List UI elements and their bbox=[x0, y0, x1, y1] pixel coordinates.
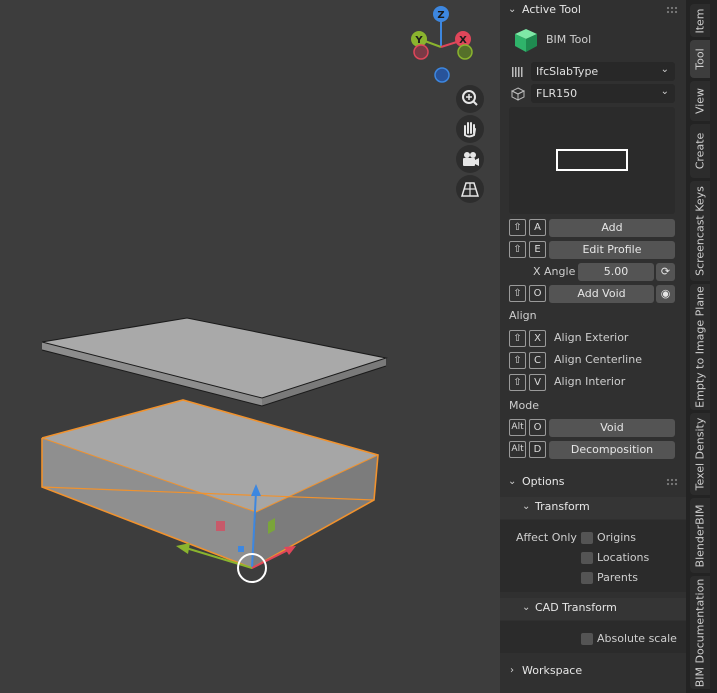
absolute-scale-label: Absolute scale bbox=[597, 632, 677, 645]
shift-key-icon: ⇧ bbox=[509, 241, 526, 258]
chevron-down-icon: ⌄ bbox=[522, 501, 531, 512]
tab-item[interactable]: Item bbox=[690, 4, 710, 37]
key-a: A bbox=[529, 219, 546, 236]
tab-screencast-keys[interactable]: Screencast Keys bbox=[690, 181, 710, 281]
affect-only-label: Affect Only bbox=[516, 531, 577, 544]
parents-label: Parents bbox=[597, 571, 638, 584]
add-void-button[interactable]: Add Void bbox=[549, 285, 654, 303]
bim-tool-icon bbox=[515, 29, 537, 52]
cube-icon bbox=[511, 87, 525, 101]
workspace-header[interactable]: › Workspace bbox=[500, 661, 686, 683]
drag-grip-icon[interactable] bbox=[666, 6, 678, 14]
grid-perspective-icon[interactable] bbox=[456, 175, 484, 203]
key-o: O bbox=[529, 285, 546, 302]
locations-checkbox[interactable] bbox=[581, 552, 593, 564]
align-interior-button[interactable]: Align Interior bbox=[554, 375, 625, 388]
key-x: X bbox=[529, 330, 546, 347]
origins-label: Origins bbox=[597, 531, 636, 544]
void-mode-button[interactable]: Void bbox=[549, 419, 675, 437]
key-e: E bbox=[529, 241, 546, 258]
options-header[interactable]: ⌄ Options bbox=[500, 472, 686, 494]
shift-key-icon: ⇧ bbox=[509, 219, 526, 236]
chevron-down-icon: ⌄ bbox=[660, 64, 669, 75]
decomposition-mode-button[interactable]: Decomposition bbox=[549, 441, 675, 459]
mode-title: Mode bbox=[509, 399, 539, 412]
profile-shape bbox=[556, 149, 628, 171]
upper-slab[interactable] bbox=[41, 317, 388, 407]
x-angle-field[interactable]: 5.00 bbox=[578, 263, 654, 281]
svg-text:Z: Z bbox=[437, 10, 444, 21]
profile-select[interactable]: FLR150 ⌄ bbox=[531, 84, 675, 103]
key-c: C bbox=[529, 352, 546, 369]
tab-blenderbim[interactable]: BlenderBIM bbox=[690, 498, 710, 573]
shift-key-icon: ⇧ bbox=[509, 285, 526, 302]
align-exterior-button[interactable]: Align Exterior bbox=[554, 331, 628, 344]
transform-subheader[interactable]: ⌄ Transform bbox=[500, 497, 686, 519]
add-button[interactable]: Add bbox=[549, 219, 675, 237]
chevron-down-icon: ⌄ bbox=[508, 4, 517, 15]
chevron-down-icon: ⌄ bbox=[660, 86, 669, 97]
sidebar-tabs: Item Tool View Create Screencast Keys Em… bbox=[686, 0, 717, 693]
tab-create[interactable]: Create bbox=[690, 124, 710, 178]
alt-key: Alt bbox=[509, 441, 526, 458]
navigation-gizmo[interactable]: Z Y X bbox=[406, 4, 476, 84]
absolute-scale-checkbox[interactable] bbox=[581, 633, 593, 645]
tab-empty-to-image-plane[interactable]: Empty to Image Plane bbox=[690, 284, 710, 410]
x-angle-label: X Angle bbox=[533, 265, 576, 278]
key-o: O bbox=[529, 419, 546, 436]
edit-profile-button[interactable]: Edit Profile bbox=[549, 241, 675, 259]
type-select[interactable]: IfcSlabType ⌄ bbox=[531, 62, 675, 81]
shift-key-icon: ⇧ bbox=[509, 330, 526, 347]
chevron-down-icon: ⌄ bbox=[522, 602, 531, 613]
drag-grip-icon[interactable] bbox=[666, 478, 678, 486]
3d-viewport[interactable]: Z Y X bbox=[0, 0, 500, 693]
selected-slab[interactable] bbox=[41, 399, 379, 569]
key-v: V bbox=[529, 374, 546, 391]
tab-texel-density[interactable]: Texel Density bbox=[690, 413, 710, 495]
refresh-icon[interactable]: ⟳ bbox=[656, 263, 675, 281]
type-icon bbox=[512, 67, 523, 77]
alt-key: Alt bbox=[509, 419, 526, 436]
cad-transform-subheader[interactable]: ⌄ CAD Transform bbox=[500, 598, 686, 620]
chevron-right-icon: › bbox=[510, 665, 514, 676]
tab-tool[interactable]: Tool bbox=[690, 40, 710, 78]
shift-key-icon: ⇧ bbox=[509, 374, 526, 391]
active-tool-header[interactable]: ⌄ Active Tool bbox=[500, 0, 686, 22]
camera-icon[interactable] bbox=[456, 145, 484, 173]
tool-name: BIM Tool bbox=[546, 33, 592, 46]
tab-view[interactable]: View bbox=[690, 81, 710, 121]
profile-preview bbox=[509, 107, 675, 214]
tab-bim-documentation[interactable]: BIM Documentation bbox=[690, 576, 710, 689]
hand-pan-icon[interactable] bbox=[456, 115, 484, 143]
origins-checkbox[interactable] bbox=[581, 532, 593, 544]
viewport-scene bbox=[41, 317, 388, 583]
shift-key-icon: ⇧ bbox=[509, 352, 526, 369]
parents-checkbox[interactable] bbox=[581, 572, 593, 584]
chevron-down-icon: ⌄ bbox=[508, 476, 517, 487]
key-d: D bbox=[529, 441, 546, 458]
align-centerline-button[interactable]: Align Centerline bbox=[554, 353, 642, 366]
eye-icon[interactable]: ◉ bbox=[656, 285, 675, 303]
align-title: Align bbox=[509, 309, 537, 322]
locations-label: Locations bbox=[597, 551, 650, 564]
zoom-icon[interactable] bbox=[456, 85, 484, 113]
